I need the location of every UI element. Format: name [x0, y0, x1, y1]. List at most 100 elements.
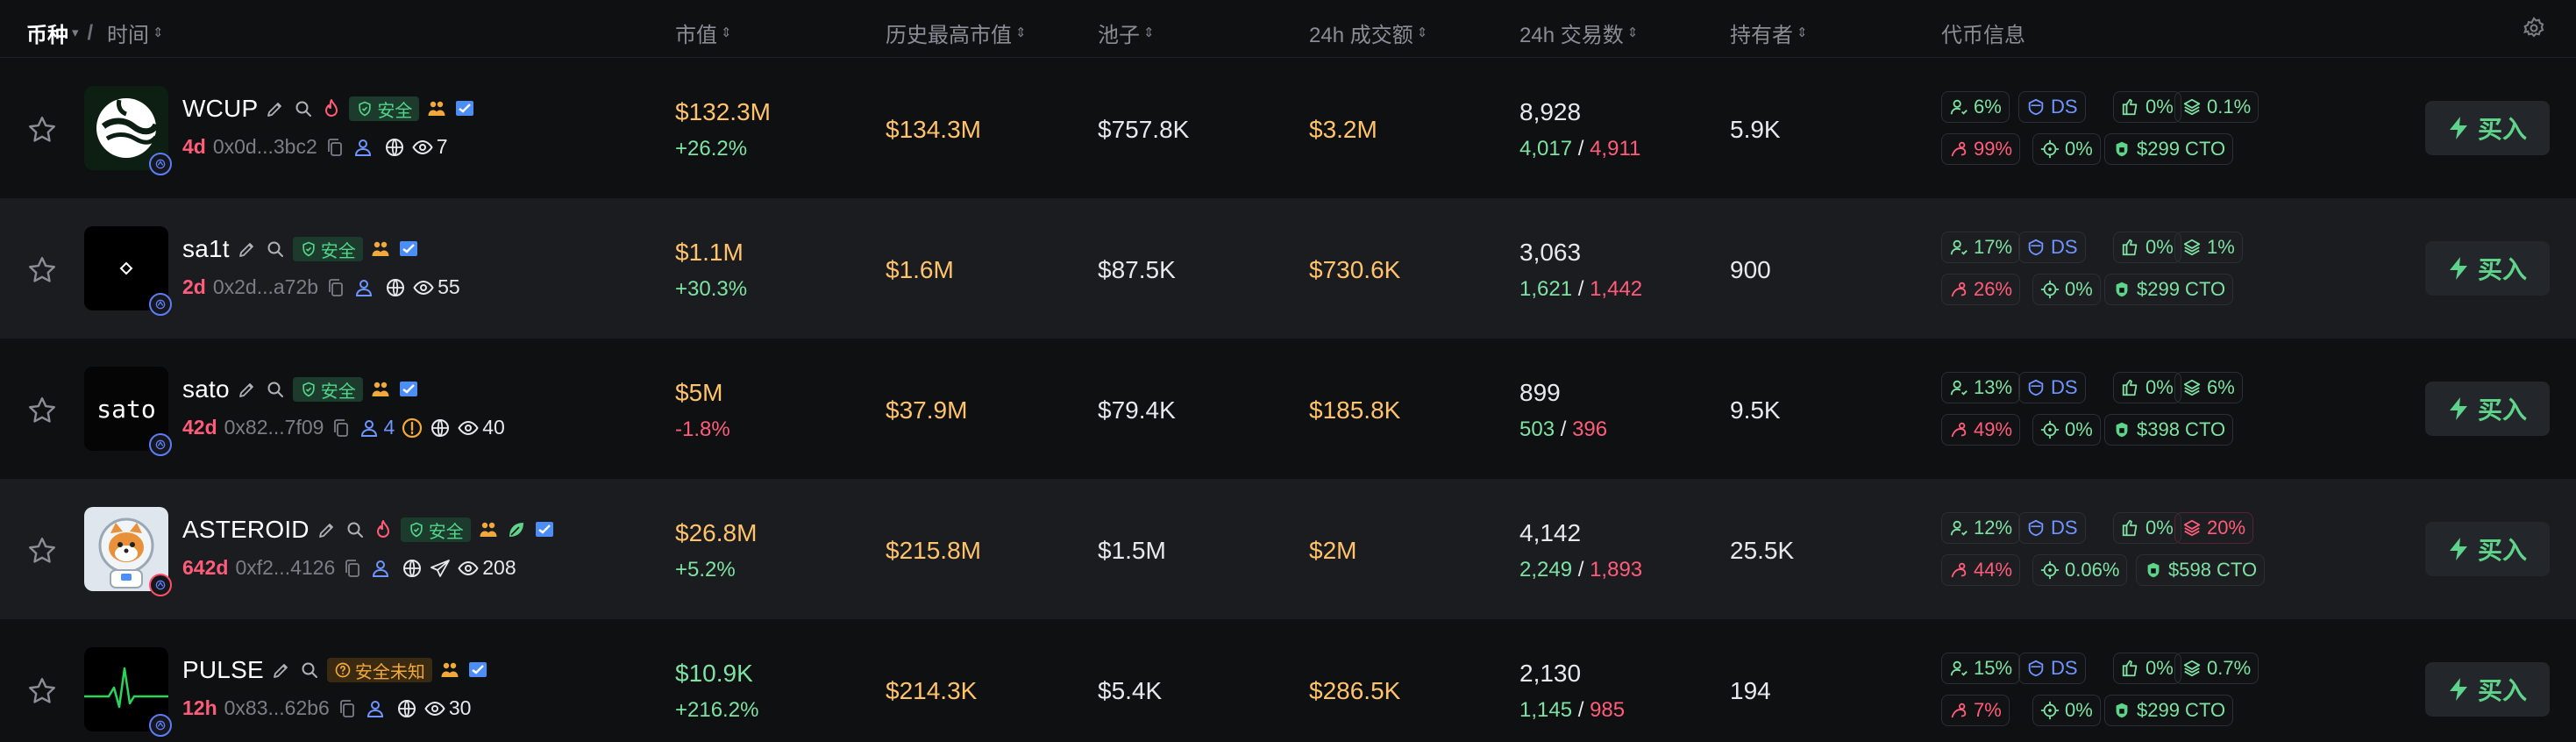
edit-icon[interactable]: [237, 379, 258, 400]
buy-button[interactable]: 买入: [2425, 241, 2550, 296]
dev-pill[interactable]: 0%: [2113, 653, 2181, 684]
star-icon[interactable]: [26, 535, 58, 567]
sort-txns[interactable]: 24h 交易数 ⇕: [1519, 18, 1638, 48]
snipers-pill[interactable]: 20%: [2174, 512, 2254, 544]
bundle-pill[interactable]: 0.06%: [2032, 554, 2128, 586]
top10-pill[interactable]: 12%: [1941, 512, 2021, 544]
edit-icon[interactable]: [271, 660, 292, 681]
token-name[interactable]: PULSE: [182, 656, 264, 684]
snipers-pill[interactable]: 0.7%: [2174, 653, 2259, 684]
holders-link[interactable]: [370, 558, 395, 579]
ds-pill[interactable]: DS: [2018, 91, 2086, 123]
ds-pill[interactable]: DS: [2018, 232, 2086, 263]
copy-icon[interactable]: [337, 698, 358, 719]
top10-pill[interactable]: 15%: [1941, 653, 2021, 684]
buy-button[interactable]: 买入: [2425, 382, 2550, 436]
safety-badge[interactable]: 安全未知: [326, 658, 432, 682]
bundle-pill[interactable]: 0%: [2032, 274, 2101, 305]
ds-pill[interactable]: DS: [2018, 512, 2086, 544]
bundle-pill[interactable]: 0%: [2032, 695, 2101, 726]
snipers-pill[interactable]: 6%: [2174, 372, 2243, 403]
star-icon[interactable]: [26, 395, 58, 426]
table-row[interactable]: ASTEROID 安全 642d 0xf2...4126 208 $26.8M …: [0, 479, 2576, 619]
top10-pill[interactable]: 17%: [1941, 232, 2021, 263]
insiders-pill[interactable]: 7%: [1941, 695, 2010, 726]
star-icon[interactable]: [26, 114, 58, 146]
token-name[interactable]: ASTEROID: [182, 516, 310, 544]
globe-icon[interactable]: [385, 277, 406, 298]
copy-icon[interactable]: [331, 417, 352, 439]
safety-badge[interactable]: 安全: [292, 237, 363, 261]
token-address[interactable]: 0xf2...4126: [235, 556, 335, 580]
snipers-pill[interactable]: 1%: [2174, 232, 2243, 263]
cto-pill[interactable]: $598 CTO: [2136, 554, 2266, 586]
copy-icon[interactable]: [324, 137, 345, 158]
token-name[interactable]: sato: [182, 375, 230, 403]
cto-pill[interactable]: $398 CTO: [2104, 414, 2234, 446]
gear-icon[interactable]: [2522, 16, 2546, 40]
star-icon[interactable]: [26, 675, 58, 707]
token-address[interactable]: 0x2d...a72b: [213, 275, 318, 299]
edit-icon[interactable]: [265, 98, 286, 119]
sort-volume[interactable]: 24h 成交额 ⇕: [1309, 18, 1427, 48]
copy-icon[interactable]: [342, 558, 363, 579]
search-icon[interactable]: [345, 519, 366, 540]
sort-token[interactable]: 币种 ▾ /: [26, 18, 98, 48]
edit-icon[interactable]: [317, 519, 338, 540]
globe-icon[interactable]: [430, 417, 451, 439]
cto-pill[interactable]: $299 CTO: [2104, 274, 2234, 305]
star-icon[interactable]: [26, 254, 58, 286]
token-address[interactable]: 0x83...62b6: [224, 696, 330, 720]
token-address[interactable]: 0x0d...3bc2: [213, 135, 317, 159]
top10-pill[interactable]: 13%: [1941, 372, 2021, 403]
search-icon[interactable]: [299, 660, 320, 681]
safety-badge[interactable]: 安全: [400, 517, 471, 542]
search-icon[interactable]: [265, 379, 286, 400]
dev-pill[interactable]: 0%: [2113, 232, 2181, 263]
ds-pill[interactable]: DS: [2018, 653, 2086, 684]
buy-button[interactable]: 买入: [2425, 522, 2550, 576]
insiders-pill[interactable]: 44%: [1941, 554, 2021, 586]
table-row[interactable]: WCUP 安全 4d 0x0d...3bc2 7 $132.3M +26.2% …: [0, 58, 2576, 198]
globe-icon[interactable]: [396, 698, 417, 719]
insiders-pill[interactable]: 26%: [1941, 274, 2021, 305]
bundle-pill[interactable]: 0%: [2032, 133, 2101, 165]
table-row[interactable]: sato sato 安全 42d 0x82...7f09 4 40 $5M -1…: [0, 339, 2576, 479]
token-name[interactable]: sa1t: [182, 235, 230, 263]
globe-icon[interactable]: [402, 558, 423, 579]
search-icon[interactable]: [265, 239, 286, 260]
sort-pool[interactable]: 池子 ⇕: [1098, 18, 1155, 48]
token-name[interactable]: WCUP: [182, 95, 258, 123]
cto-pill[interactable]: $299 CTO: [2104, 133, 2234, 165]
top10-pill[interactable]: 6%: [1941, 91, 2010, 123]
token-address[interactable]: 0x82...7f09: [224, 416, 324, 439]
copy-icon[interactable]: [325, 277, 346, 298]
dev-pill[interactable]: 0%: [2113, 372, 2181, 403]
holders-link[interactable]: [353, 277, 378, 298]
dev-pill[interactable]: 0%: [2113, 512, 2181, 544]
holders-link[interactable]: [365, 698, 389, 719]
sort-market-cap[interactable]: 市值 ⇕: [675, 18, 732, 48]
cto-pill[interactable]: $299 CTO: [2104, 695, 2234, 726]
bundle-pill[interactable]: 0%: [2032, 414, 2101, 446]
safety-badge[interactable]: 安全: [349, 96, 420, 121]
insiders-pill[interactable]: 99%: [1941, 133, 2021, 165]
insiders-pill[interactable]: 49%: [1941, 414, 2021, 446]
table-row[interactable]: sa1t 安全 2d 0x2d...a72b 55 $1.1M +30.3% $…: [0, 198, 2576, 339]
sort-holders[interactable]: 持有者 ⇕: [1730, 18, 1808, 48]
sort-time[interactable]: 时间 ⇕: [107, 18, 164, 48]
edit-icon[interactable]: [237, 239, 258, 260]
holders-link[interactable]: [352, 137, 377, 158]
table-row[interactable]: PULSE 安全未知 12h 0x83...62b6 30 $10.9K +21…: [0, 619, 2576, 742]
search-icon[interactable]: [293, 98, 314, 119]
safety-badge[interactable]: 安全: [292, 377, 363, 402]
dev-pill[interactable]: 0%: [2113, 91, 2181, 123]
ds-pill[interactable]: DS: [2018, 372, 2086, 403]
buy-button[interactable]: 买入: [2425, 101, 2550, 155]
buy-button[interactable]: 买入: [2425, 662, 2550, 717]
snipers-pill[interactable]: 0.1%: [2174, 91, 2259, 123]
holders-link[interactable]: 4: [359, 416, 395, 439]
sort-ath[interactable]: 历史最高市值 ⇕: [886, 18, 1027, 48]
telegram-icon[interactable]: [430, 558, 451, 579]
globe-icon[interactable]: [384, 137, 405, 158]
